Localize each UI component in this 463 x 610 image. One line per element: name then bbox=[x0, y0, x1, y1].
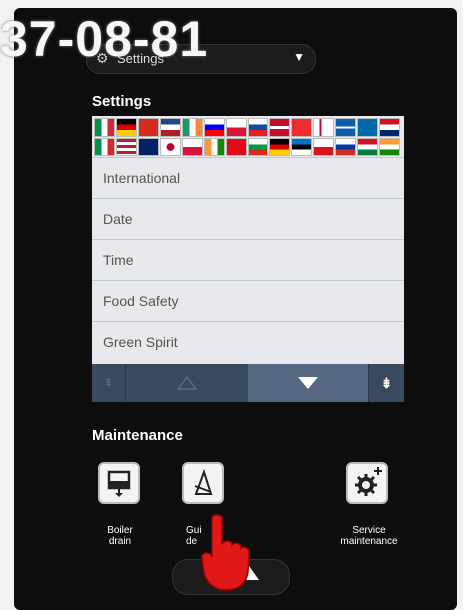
flag-icon bbox=[203, 118, 225, 137]
settings-list: International Date Time Food Safety Gree… bbox=[92, 116, 404, 364]
flag-icon bbox=[247, 137, 269, 156]
guided-descaling-icon bbox=[194, 468, 213, 495]
flag-icon bbox=[94, 118, 115, 137]
flag-icon bbox=[335, 137, 357, 156]
flag-icon bbox=[313, 118, 335, 137]
flag-icon bbox=[247, 118, 269, 137]
settings-item-international[interactable]: International bbox=[92, 157, 404, 198]
flag-icon bbox=[357, 118, 379, 137]
caret-down-icon: ▼ bbox=[293, 50, 305, 64]
flag-icon bbox=[181, 118, 203, 137]
scroll-bottom-icon: ⇟ bbox=[380, 374, 393, 391]
language-flags[interactable] bbox=[94, 118, 400, 156]
arrow-down-icon bbox=[298, 377, 318, 389]
flag-icon bbox=[137, 137, 159, 156]
dropdown-label: Settings bbox=[117, 51, 164, 66]
flag-icon bbox=[159, 118, 181, 137]
settings-item-food-safety[interactable]: Food Safety bbox=[92, 280, 404, 321]
guided-descaling-button[interactable] bbox=[182, 462, 224, 504]
scroll-bottom-button[interactable]: ⇟ bbox=[368, 364, 404, 402]
service-maintenance-label: Service maintenance bbox=[340, 525, 398, 547]
settings-item-date[interactable]: Date bbox=[92, 198, 404, 239]
flag-icon bbox=[181, 137, 203, 156]
boiler-drain-label: Boiler drain bbox=[107, 525, 133, 547]
settings-item-green-spirit[interactable]: Green Spirit bbox=[92, 321, 404, 362]
flag-icon bbox=[115, 137, 137, 156]
gear-icon: ⚙ bbox=[96, 50, 109, 66]
service-maintenance-icon bbox=[355, 467, 382, 496]
flag-icon bbox=[357, 137, 379, 156]
service-maintenance-button[interactable] bbox=[346, 462, 388, 504]
scroll-up-button[interactable] bbox=[126, 364, 248, 402]
list-scrollbar: ⇞ ⇟ bbox=[92, 364, 404, 402]
flag-icon bbox=[225, 137, 247, 156]
arrow-up-icon bbox=[177, 376, 197, 390]
flag-icon bbox=[291, 118, 313, 137]
flag-icon bbox=[379, 137, 400, 156]
maintenance-title: Maintenance bbox=[92, 427, 183, 444]
pointer-hand-icon bbox=[201, 514, 250, 591]
scroll-down-button[interactable] bbox=[248, 364, 368, 402]
settings-item-time[interactable]: Time bbox=[92, 239, 404, 280]
flag-icon bbox=[94, 137, 115, 156]
flag-icon bbox=[291, 137, 313, 156]
boiler-drain-icon bbox=[107, 470, 131, 497]
flag-icon bbox=[225, 118, 247, 137]
flag-icon bbox=[335, 118, 357, 137]
flag-icon bbox=[137, 118, 159, 137]
flag-icon bbox=[379, 118, 400, 137]
scroll-top-button[interactable]: ⇞ bbox=[92, 364, 126, 402]
flag-icon bbox=[269, 137, 291, 156]
boiler-drain-button[interactable] bbox=[98, 462, 140, 504]
flag-icon bbox=[313, 137, 335, 156]
flag-icon bbox=[203, 137, 225, 156]
flag-icon bbox=[269, 118, 291, 137]
settings-title: Settings bbox=[92, 93, 152, 110]
flag-icon bbox=[159, 137, 181, 156]
flag-icon bbox=[115, 118, 137, 137]
scroll-top-icon: ⇞ bbox=[103, 376, 114, 390]
